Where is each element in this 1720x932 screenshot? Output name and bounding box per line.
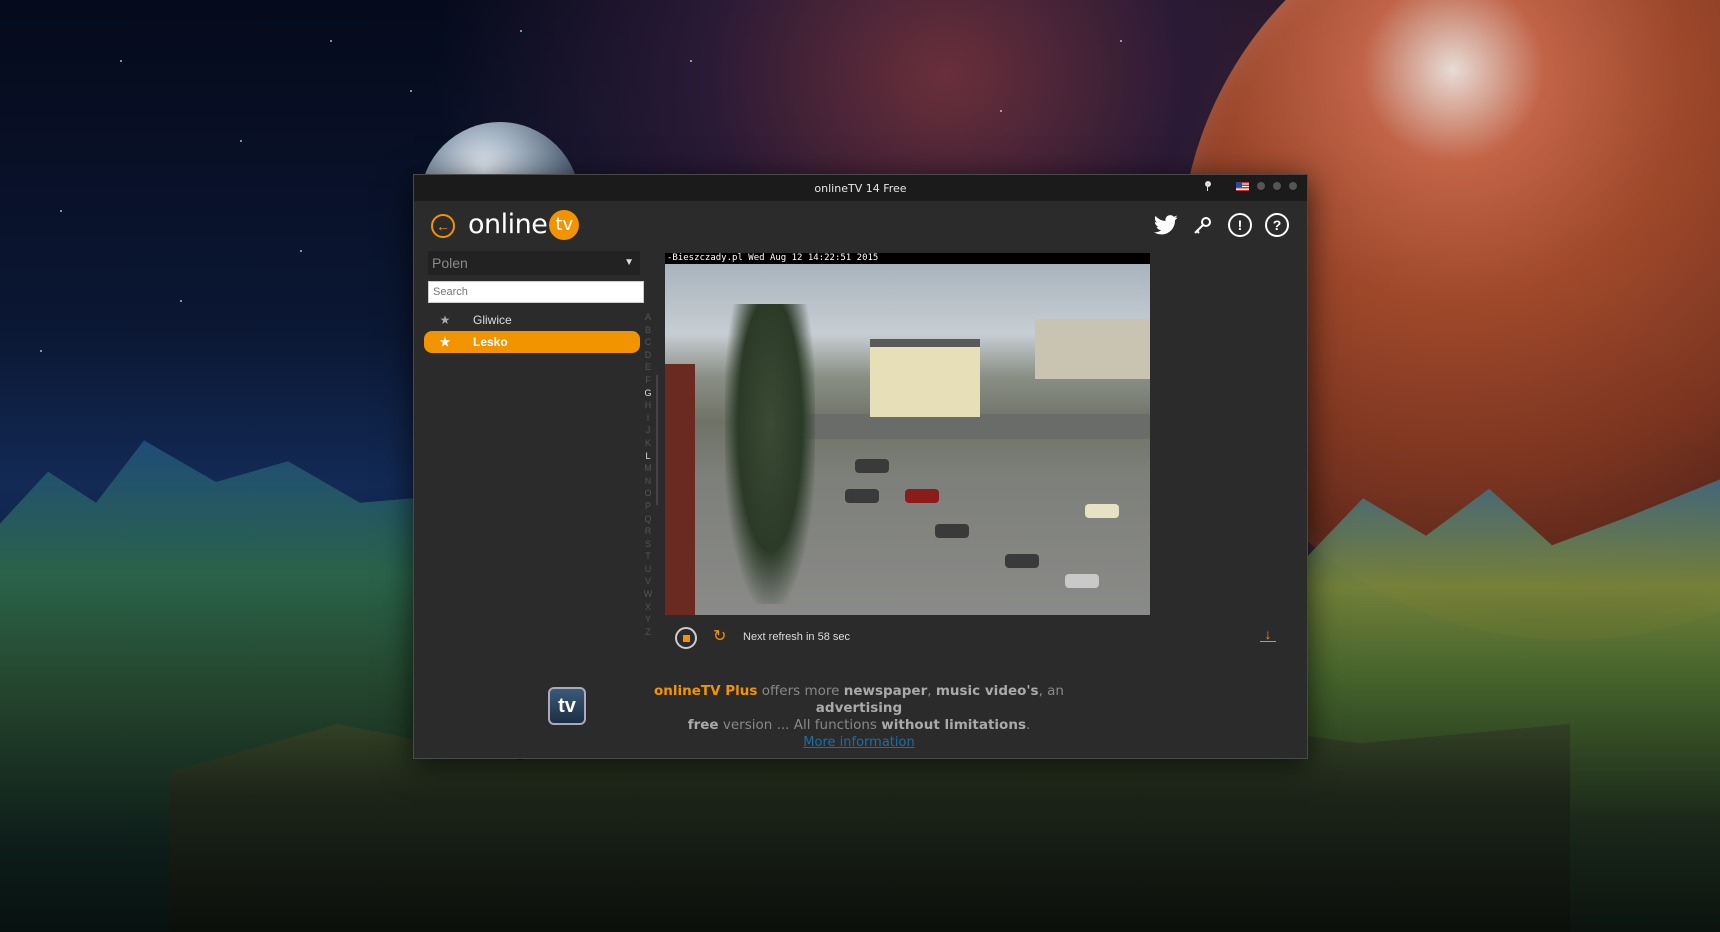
promo-segment: version ... All functions <box>718 717 882 733</box>
onlinetv-logo: online tv <box>468 209 580 240</box>
alphabet-letter[interactable]: T <box>642 550 654 563</box>
alphabet-letter[interactable]: D <box>642 349 654 362</box>
alphabet-letter[interactable]: A <box>642 311 654 324</box>
image-car <box>845 489 879 503</box>
image-car <box>1085 504 1119 518</box>
alphabet-letter[interactable]: F <box>642 374 654 387</box>
titlebar[interactable]: onlineTV 14 Free <box>414 175 1307 201</box>
image-car <box>935 524 969 538</box>
alphabet-index: ABCDEFGHIJKLMNOPQRSTUVWXYZ <box>642 311 654 638</box>
logo-text: online <box>468 209 548 240</box>
promo-segment: offers more <box>757 683 844 699</box>
playback-controls: ↻ Next refresh in 58 sec ↓ <box>665 623 1290 653</box>
country-select-value: Polen <box>432 255 468 271</box>
chevron-down-icon: ▼ <box>624 257 634 268</box>
star-icon[interactable]: ★ <box>438 313 452 327</box>
alphabet-letter[interactable]: S <box>642 538 654 551</box>
alphabet-letter[interactable]: P <box>642 500 654 513</box>
header-icons: ! ? <box>1154 213 1289 237</box>
alphabet-letter[interactable]: M <box>642 462 654 475</box>
webcam-video[interactable]: -Bieszczady.pl Wed Aug 12 14:22:51 2015 <box>665 253 1150 615</box>
image-car <box>1005 554 1039 568</box>
help-icon[interactable]: ? <box>1265 213 1289 237</box>
minimize-button[interactable] <box>1257 182 1265 190</box>
alphabet-letter[interactable]: K <box>642 437 654 450</box>
alphabet-letter[interactable]: U <box>642 563 654 576</box>
city-list: ★ Gliwice ★ Lesko <box>424 309 640 353</box>
image-road <box>775 414 1150 439</box>
alphabet-letter[interactable]: L <box>642 450 654 463</box>
promo-segment: , an <box>1038 683 1064 699</box>
city-label: Lesko <box>473 335 508 349</box>
more-information-link[interactable]: More information <box>803 735 914 750</box>
info-alert-icon[interactable]: ! <box>1228 213 1252 237</box>
alphabet-letter[interactable]: I <box>642 412 654 425</box>
pin-icon[interactable] <box>1204 181 1212 191</box>
image-wall <box>665 364 695 615</box>
list-item-selected[interactable]: ★ Lesko <box>424 331 640 353</box>
alphabet-letter[interactable]: Y <box>642 613 654 626</box>
promo-highlight: advertising <box>815 700 903 716</box>
promo-segment: , <box>927 683 936 699</box>
image-building <box>1035 319 1150 379</box>
alphabet-letter[interactable]: Z <box>642 626 654 639</box>
twitter-icon[interactable] <box>1154 213 1178 237</box>
alphabet-letter[interactable]: O <box>642 487 654 500</box>
alphabet-letter[interactable]: V <box>642 575 654 588</box>
image-car <box>905 489 939 503</box>
promo-highlight: free <box>687 717 719 733</box>
video-timestamp: -Bieszczady.pl Wed Aug 12 14:22:51 2015 <box>667 253 879 263</box>
alphabet-letter[interactable]: B <box>642 324 654 337</box>
download-icon[interactable]: ↓ <box>1260 627 1276 642</box>
window-title: onlineTV 14 Free <box>814 181 907 195</box>
alphabet-letter[interactable]: C <box>642 336 654 349</box>
titlebar-controls <box>1204 181 1297 191</box>
logo-badge: tv <box>549 209 580 240</box>
star-icon[interactable]: ★ <box>438 335 452 349</box>
alphabet-letter[interactable]: N <box>642 475 654 488</box>
promo-highlight: without limitations <box>881 717 1026 733</box>
scrollbar[interactable] <box>656 375 658 505</box>
close-button[interactable] <box>1289 182 1297 190</box>
app-window: onlineTV 14 Free ← online tv ! ? Polen ▼… <box>413 174 1308 759</box>
promo-highlight: newspaper <box>843 683 928 699</box>
alphabet-letter[interactable]: H <box>642 399 654 412</box>
promo-brand: onlineTV Plus <box>653 683 758 699</box>
city-label: Gliwice <box>473 313 512 327</box>
alphabet-letter[interactable]: R <box>642 525 654 538</box>
search-input[interactable] <box>428 281 644 303</box>
alphabet-letter[interactable]: G <box>642 387 654 400</box>
us-flag-icon[interactable] <box>1236 181 1249 191</box>
webcam-image <box>665 264 1150 615</box>
app-header: ← online tv ! ? <box>414 201 1307 249</box>
back-arrow-icon[interactable]: ← <box>431 214 455 238</box>
onlinetv-plus-logo: tv <box>548 687 586 725</box>
key-icon[interactable] <box>1191 213 1215 237</box>
promo-highlight: music video's <box>935 683 1039 699</box>
image-tree <box>725 304 815 604</box>
country-select[interactable]: Polen ▼ <box>428 251 640 275</box>
stop-icon[interactable] <box>675 627 697 649</box>
promo-text: onlineTV Plus offers more newspaper, mus… <box>614 683 1104 751</box>
image-car <box>1065 574 1099 588</box>
channel-sidebar: Polen ▼ ★ Gliwice ★ Lesko <box>424 251 644 353</box>
alphabet-letter[interactable]: Q <box>642 513 654 526</box>
alphabet-letter[interactable]: X <box>642 601 654 614</box>
refresh-icon[interactable]: ↻ <box>713 627 726 647</box>
refresh-countdown: Next refresh in 58 sec <box>743 631 850 643</box>
maximize-button[interactable] <box>1273 182 1281 190</box>
image-townhall <box>870 339 980 417</box>
promo-segment: . <box>1025 717 1031 733</box>
alphabet-letter[interactable]: W <box>642 588 654 601</box>
image-car <box>855 459 889 473</box>
list-item[interactable]: ★ Gliwice <box>428 309 640 331</box>
alphabet-letter[interactable]: E <box>642 361 654 374</box>
alphabet-letter[interactable]: J <box>642 424 654 437</box>
